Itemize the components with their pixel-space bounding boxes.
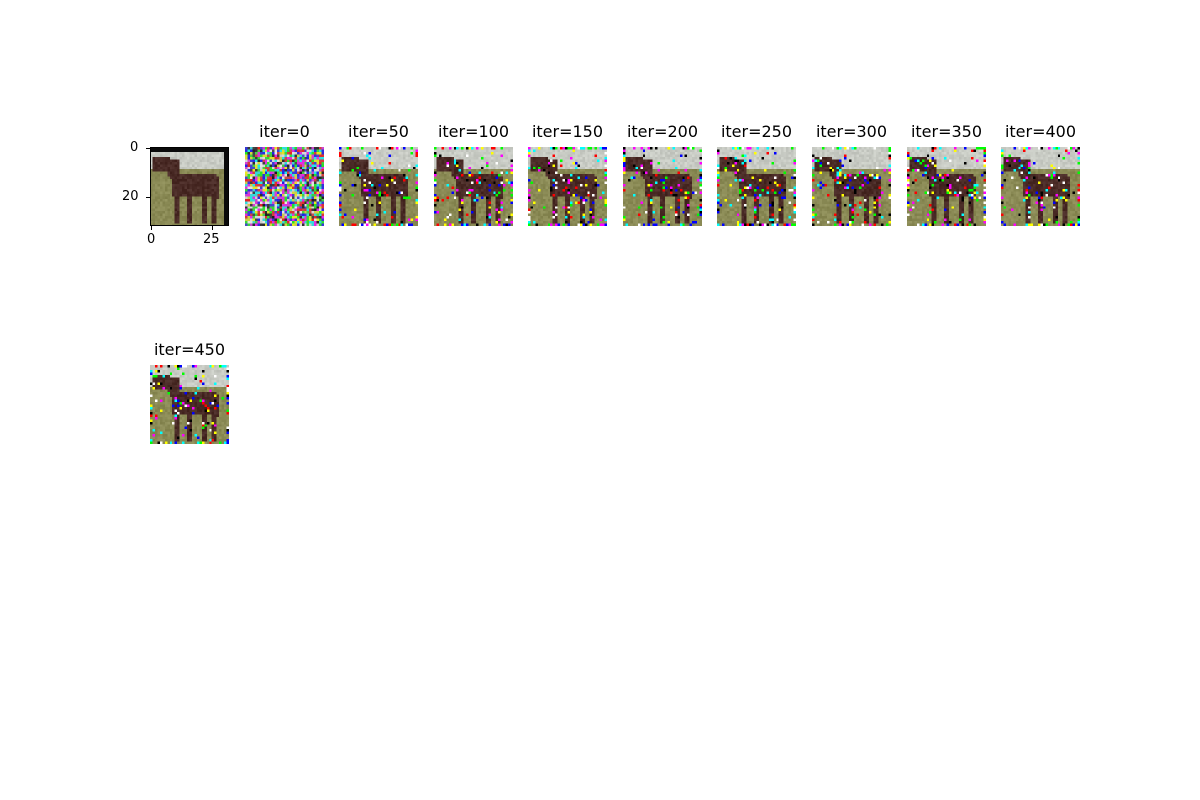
iter-panel-0: iter=0 — [245, 122, 324, 226]
reconstruction-image — [245, 147, 324, 226]
iter-panel-450: iter=450 — [150, 340, 229, 444]
y-tick-label-0: 0 — [130, 140, 139, 155]
reconstruction-image — [623, 147, 702, 226]
x-tick-label-0: 0 — [147, 232, 156, 247]
iter-panel-100: iter=100 — [434, 122, 513, 226]
reconstruction-image — [907, 147, 986, 226]
y-tick-mark-0 — [146, 148, 150, 149]
reconstruction-image — [717, 147, 796, 226]
iter-panel-350: iter=350 — [907, 122, 986, 226]
original-image-axes: 0 20 0 25 — [122, 140, 229, 247]
iter-panel-250: iter=250 — [717, 122, 796, 226]
reconstruction-image — [528, 147, 607, 226]
iter-panel-300: iter=300 — [812, 122, 891, 226]
reconstruction-image — [434, 147, 513, 226]
y-tick-mark-20 — [146, 197, 150, 198]
iter-panel-150: iter=150 — [528, 122, 607, 226]
x-tick-mark-0 — [151, 226, 152, 230]
y-tick-label-20: 20 — [122, 189, 139, 204]
x-tick-mark-25 — [212, 226, 213, 230]
iter-panel-200: iter=200 — [623, 122, 702, 226]
iter-panel-400: iter=400 — [1001, 122, 1080, 226]
reconstruction-image — [150, 365, 229, 444]
reconstruction-image — [339, 147, 418, 226]
iter-panel-50: iter=50 — [339, 122, 418, 226]
x-tick-label-25: 25 — [203, 232, 220, 247]
reconstruction-image — [1001, 147, 1080, 226]
reconstruction-image — [812, 147, 891, 226]
original-horse-image — [150, 147, 229, 226]
figure: 0 20 0 25 iter=0 iter=50 iter=100 iter=1… — [0, 0, 1200, 800]
iter-title: iter=400 — [1004, 122, 1077, 141]
iter-title: iter=450 — [153, 340, 226, 359]
